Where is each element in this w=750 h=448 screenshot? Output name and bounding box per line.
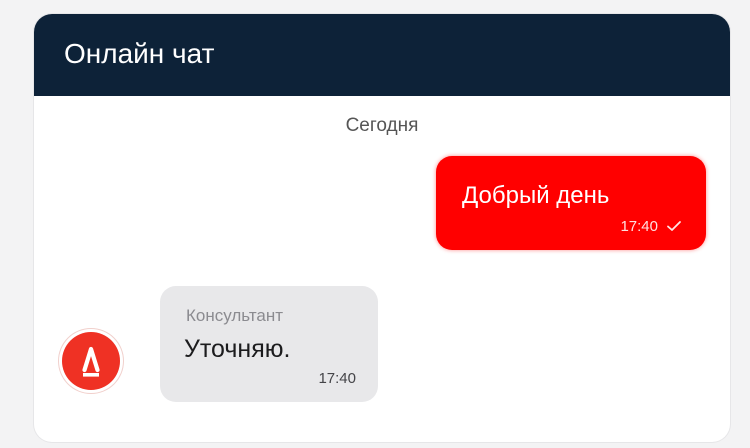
outgoing-message-time: 17:40: [620, 218, 658, 235]
incoming-message-time: 17:40: [318, 370, 356, 387]
chat-header: Онлайн чат: [34, 14, 730, 96]
outgoing-message-text: Добрый день: [462, 182, 610, 209]
outgoing-message-bubble[interactable]: Добрый день 17:40: [436, 156, 706, 250]
check-icon: [666, 219, 682, 231]
chat-window: Онлайн чат Сегодня Добрый день 17:40 Кон…: [34, 14, 730, 442]
outgoing-message-meta: 17:40: [620, 218, 682, 236]
chat-title: Онлайн чат: [64, 38, 215, 69]
incoming-message-text: Уточняю.: [184, 335, 291, 363]
incoming-message-bubble[interactable]: Консультант Уточняю. 17:40: [160, 286, 378, 402]
date-divider: Сегодня: [345, 115, 419, 136]
incoming-message-sender: Консультант: [186, 306, 284, 325]
consultant-avatar: [62, 332, 120, 390]
